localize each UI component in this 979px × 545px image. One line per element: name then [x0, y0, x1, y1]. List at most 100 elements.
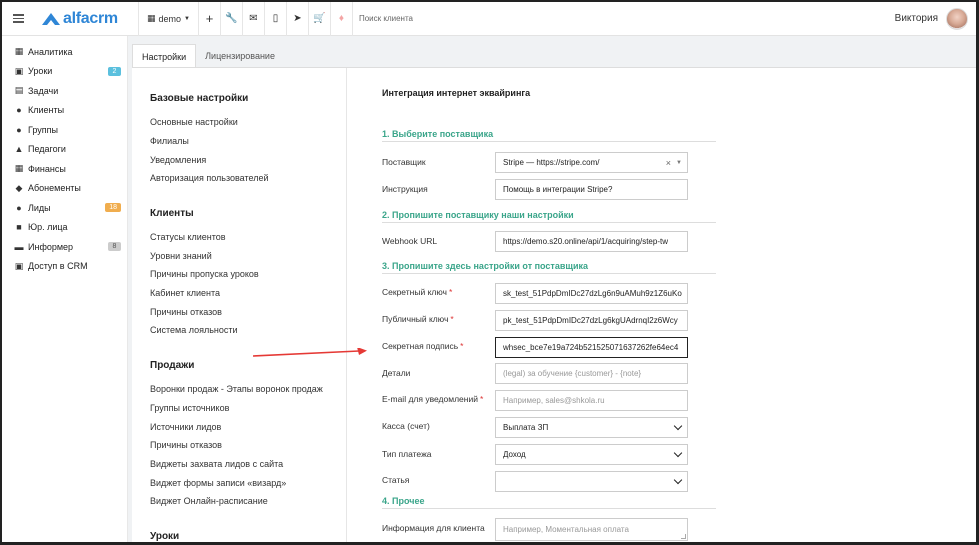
menu-link-lead-sources[interactable]: Источники лидов — [150, 422, 221, 432]
webhook-url-field[interactable]: https://demo.s20.online/api/1/acquiring/… — [495, 231, 688, 252]
email-placeholder: Например, sales@shkola.ru — [503, 396, 605, 405]
step-4-heading: 4. Прочее — [382, 496, 716, 509]
resize-handle-icon[interactable] — [681, 534, 686, 539]
client-info-textarea[interactable]: Например, Моментальная оплата — [495, 518, 688, 541]
caret-down-icon: ▼ — [184, 15, 190, 22]
sidebar-item-informer[interactable]: ▬ Информер 8 — [2, 237, 127, 257]
cashbox-value: Выплата ЗП — [503, 423, 549, 432]
webhook-label: Webhook URL — [382, 236, 438, 246]
search-placeholder: Поиск клиента — [358, 14, 413, 23]
details-placeholder: (legal) за обучение {customer} - {note} — [503, 369, 642, 378]
menu-link-sales-refusal-reasons[interactable]: Причины отказов — [150, 440, 222, 450]
top-bar: alfacrm ▦ demo ▼ + 🔧 ✉ ▯ ➤ 🛒 ♦ Поиск кли… — [2, 2, 976, 36]
menu-link-loyalty-system[interactable]: Система лояльности — [150, 325, 238, 335]
bell-icon[interactable]: ♦ — [329, 2, 352, 36]
public-key-value: pk_test_51PdpDmIDc27dzLg6kgUAdrnqI2z6Wcy — [503, 316, 678, 325]
lessons-badge: 2 — [108, 66, 121, 76]
hamburger-menu-icon[interactable] — [6, 2, 30, 36]
sidebar-item-crm-access[interactable]: ▣ Доступ в CRM — [2, 257, 127, 277]
menu-link-client-statuses[interactable]: Статусы клиентов — [150, 232, 226, 242]
signature-value: whsec_bce7e19a724b521525071637262fe64ec4 — [503, 343, 679, 352]
secret-key-label: Секретный ключ * — [382, 287, 453, 297]
annotation-arrow-icon — [253, 348, 367, 357]
sidebar-item-analytics[interactable]: ▦ Аналитика — [2, 42, 127, 62]
chevron-down-icon — [673, 449, 683, 459]
cashbox-label: Касса (счет) — [382, 421, 430, 431]
payment-type-value: Доход — [503, 450, 526, 459]
menu-link-wizard-widget[interactable]: Виджет формы записи «визард» — [150, 478, 286, 488]
demo-dropdown[interactable]: ▦ demo ▼ — [138, 2, 198, 36]
logo-text: alfacrm — [63, 9, 118, 27]
sidebar-item-tasks[interactable]: ▤ Задачи — [2, 81, 127, 101]
menu-link-knowledge-levels[interactable]: Уровни знаний — [150, 251, 212, 261]
client-info-placeholder: Например, Моментальная оплата — [503, 525, 629, 534]
settings-panel: Базовые настройки Основные настройки Фил… — [132, 67, 976, 542]
wrench-icon[interactable]: 🔧 — [219, 2, 242, 36]
sidebar-item-groups[interactable]: ● Группы — [2, 120, 127, 140]
sidebar-item-finance[interactable]: ▦ Финансы — [2, 159, 127, 179]
cart-icon[interactable]: 🛒 — [307, 2, 330, 36]
user-menu[interactable]: Виктория — [895, 7, 976, 30]
sidebar-item-clients[interactable]: ● Клиенты — [2, 101, 127, 121]
calendar-icon: ▣ — [14, 65, 24, 76]
menu-link-absence-reasons[interactable]: Причины пропуска уроков — [150, 269, 259, 279]
demo-label: demo — [158, 13, 182, 24]
tabs: Настройки Лицензирование — [132, 44, 284, 68]
details-field[interactable]: (legal) за обучение {customer} - {note} — [495, 363, 688, 384]
informer-badge: 8 — [108, 242, 121, 252]
chevron-down-icon — [673, 422, 683, 432]
telegram-icon[interactable]: ➤ — [285, 2, 308, 36]
sidebar-item-subscriptions[interactable]: ◆ Абонементы — [2, 179, 127, 199]
menu-link-main-settings[interactable]: Основные настройки — [150, 117, 238, 127]
secret-key-field[interactable]: sk_test_51PdpDmIDc27dzLg6n9uAMuh9z1Z6uKo — [495, 283, 688, 304]
step-3-heading: 3. Пропишите здесь настройки от поставщи… — [382, 261, 716, 274]
cashbox-select[interactable]: Выплата ЗП — [495, 417, 688, 438]
menu-link-branches[interactable]: Филиалы — [150, 136, 189, 146]
payment-type-select[interactable]: Доход — [495, 444, 688, 465]
required-mark: * — [460, 341, 464, 351]
settings-menu: Базовые настройки Основные настройки Фил… — [132, 68, 347, 542]
logo[interactable]: alfacrm — [42, 10, 138, 28]
tab-settings[interactable]: Настройки — [132, 44, 197, 68]
leads-badge: 18 — [105, 203, 121, 213]
email-field[interactable]: Например, sales@shkola.ru — [495, 390, 688, 411]
required-mark: * — [448, 287, 453, 297]
instruction-field[interactable]: Помощь в интеграции Stripe? — [495, 179, 688, 200]
email-label: E-mail для уведомлений * — [382, 394, 484, 404]
briefcase-icon: ■ — [16, 222, 22, 233]
instruction-label: Инструкция — [382, 184, 428, 194]
tag-icon: ◆ — [15, 182, 23, 193]
provider-select[interactable]: Stripe — https://stripe.com/ × ▼ — [495, 152, 688, 173]
plus-icon[interactable]: + — [197, 2, 220, 36]
menu-link-notifications[interactable]: Уведомления — [150, 155, 206, 165]
client-search-input[interactable]: Поиск клиента — [351, 2, 552, 36]
sidebar-item-leads[interactable]: ● Лиды 18 — [2, 198, 127, 218]
menu-link-client-cabinet[interactable]: Кабинет клиента — [150, 288, 220, 298]
chevron-down-icon — [673, 476, 683, 486]
tab-licensing[interactable]: Лицензирование — [196, 44, 284, 68]
menu-link-sales-funnels[interactable]: Воронки продаж - Этапы воронок продаж — [150, 384, 323, 394]
section-title-clients: Клиенты — [150, 208, 194, 219]
section-title-lessons: Уроки — [150, 531, 180, 542]
details-label: Детали — [382, 368, 411, 378]
menu-link-source-groups[interactable]: Группы источников — [150, 403, 229, 413]
secret-signature-field[interactable]: whsec_bce7e19a724b521525071637262fe64ec4 — [495, 337, 688, 358]
avatar — [946, 7, 968, 30]
sidebar-item-lessons[interactable]: ▣ Уроки 2 — [2, 62, 127, 82]
sidebar-item-legal-entities[interactable]: ■ Юр. лица — [2, 218, 127, 238]
clear-icon[interactable]: × — [666, 158, 671, 168]
menu-link-schedule-widget[interactable]: Виджет Онлайн-расписание — [150, 496, 268, 506]
sidebar-item-teachers[interactable]: ▲ Педагоги — [2, 140, 127, 160]
user-icon: ● — [16, 105, 22, 116]
user-plus-icon: ● — [16, 202, 22, 213]
chart-icon: ▦ — [14, 46, 24, 57]
article-select[interactable] — [495, 471, 688, 492]
menu-link-user-auth[interactable]: Авторизация пользователей — [150, 173, 269, 183]
envelope-icon[interactable]: ✉ — [241, 2, 264, 36]
webhook-value: https://demo.s20.online/api/1/acquiring/… — [503, 237, 668, 246]
phone-icon[interactable]: ▯ — [263, 2, 286, 36]
public-key-field[interactable]: pk_test_51PdpDmIDc27dzLg6kgUAdrnqI2z6Wcy — [495, 310, 688, 331]
payment-type-label: Тип платежа — [382, 449, 432, 459]
menu-link-refusal-reasons[interactable]: Причины отказов — [150, 307, 222, 317]
menu-link-lead-widgets[interactable]: Виджеты захвата лидов с сайта — [150, 459, 283, 469]
